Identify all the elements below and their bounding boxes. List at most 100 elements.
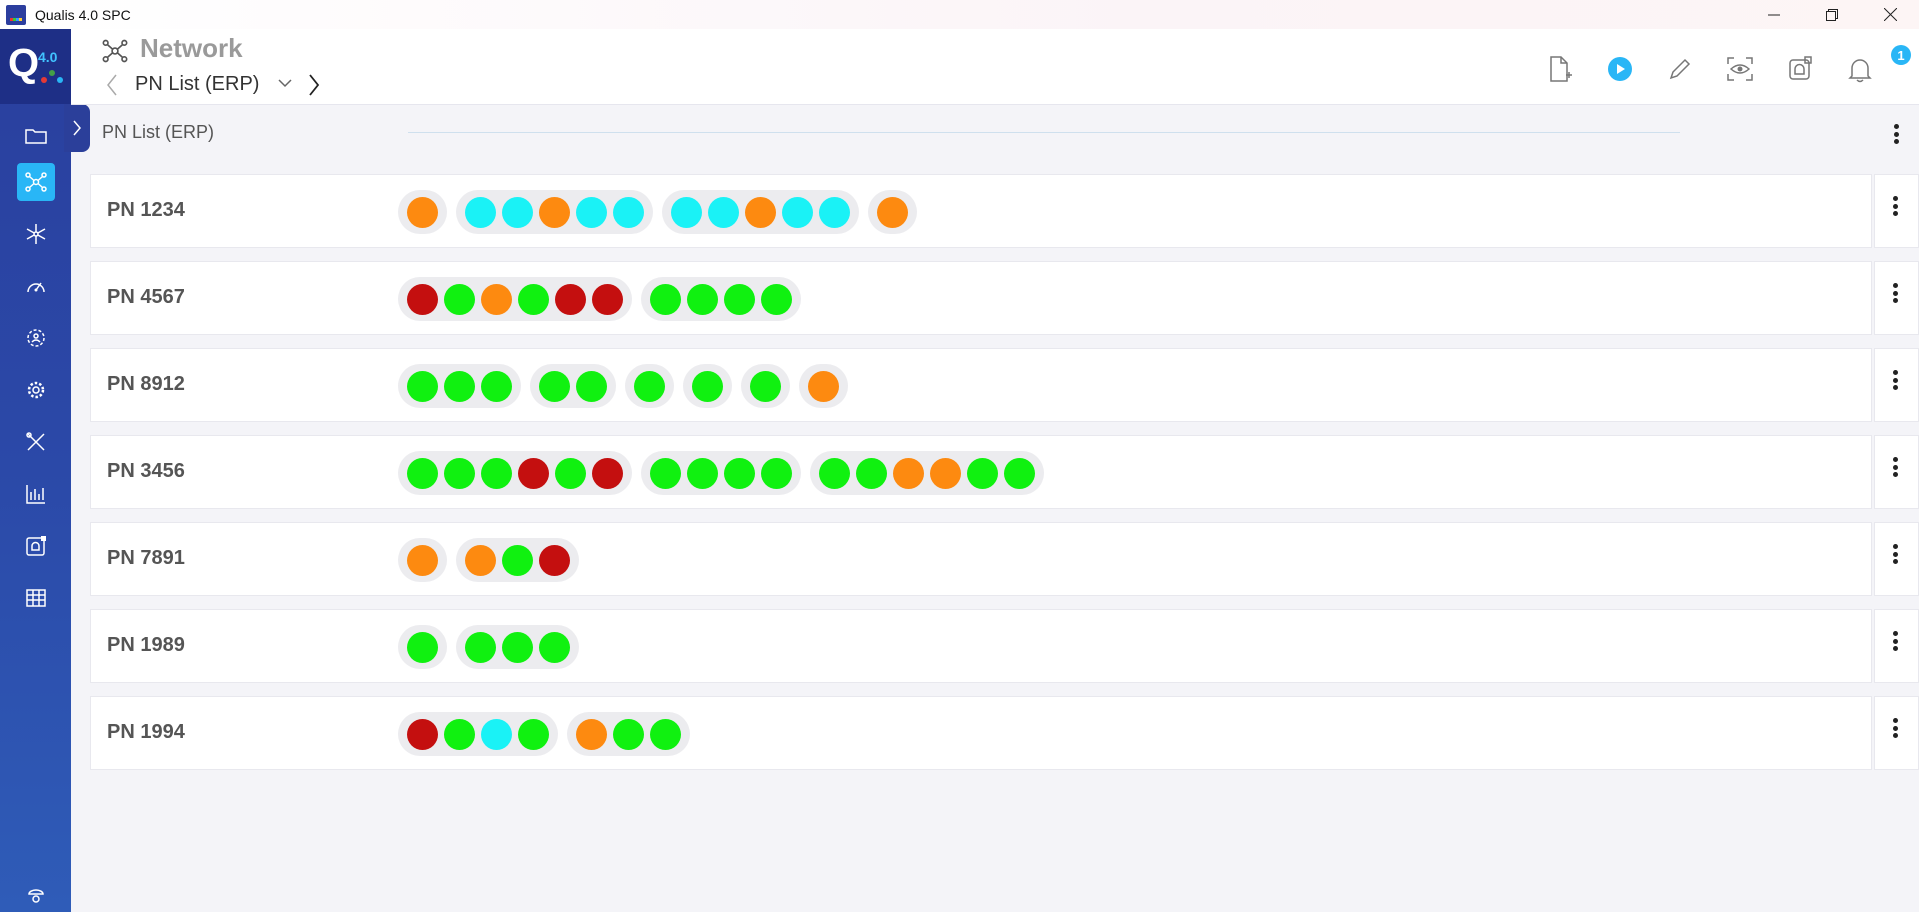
status-group[interactable] — [398, 712, 558, 756]
sidebar-item-table[interactable] — [17, 579, 55, 617]
section-more-button[interactable] — [1888, 121, 1904, 147]
status-dot-green[interactable] — [819, 457, 850, 489]
status-dot-green[interactable] — [750, 370, 781, 402]
status-dot-orange[interactable] — [407, 544, 438, 576]
status-dot-green[interactable] — [687, 457, 718, 489]
row-more-button[interactable] — [1887, 280, 1903, 306]
status-dot-orange[interactable] — [539, 196, 570, 228]
row-more-button[interactable] — [1887, 367, 1903, 393]
status-group[interactable] — [567, 712, 690, 756]
status-dot-orange[interactable] — [893, 457, 924, 489]
status-dot-orange[interactable] — [481, 283, 512, 315]
status-dot-orange[interactable] — [465, 544, 496, 576]
status-dot-green[interactable] — [539, 370, 570, 402]
status-dot-green[interactable] — [576, 370, 607, 402]
edit-button[interactable] — [1664, 53, 1696, 85]
status-dot-green[interactable] — [856, 457, 887, 489]
status-group[interactable] — [868, 190, 917, 234]
row-more-button[interactable] — [1887, 193, 1903, 219]
status-group[interactable] — [641, 277, 801, 321]
sidebar-item-cloud[interactable] — [17, 875, 55, 912]
pn-row[interactable]: PN 3456 — [90, 435, 1872, 509]
status-dot-red[interactable] — [592, 283, 623, 315]
status-dot-cyan[interactable] — [708, 196, 739, 228]
restore-button[interactable] — [1803, 0, 1861, 29]
status-group[interactable] — [398, 625, 447, 669]
status-dot-cyan[interactable] — [613, 196, 644, 228]
sidebar-item-snowflake[interactable] — [17, 215, 55, 253]
status-dot-red[interactable] — [518, 457, 549, 489]
status-dot-green[interactable] — [613, 718, 644, 750]
view-button[interactable] — [1724, 53, 1756, 85]
sidebar-item-settings[interactable] — [17, 371, 55, 409]
status-group[interactable] — [641, 451, 801, 495]
status-dot-orange[interactable] — [808, 370, 839, 402]
play-button[interactable] — [1604, 53, 1636, 85]
breadcrumb[interactable]: PN List (ERP) — [135, 73, 259, 96]
status-dot-green[interactable] — [444, 457, 475, 489]
status-group[interactable] — [810, 451, 1044, 495]
status-dot-green[interactable] — [724, 457, 755, 489]
sidebar-expand-button[interactable] — [64, 104, 90, 152]
alarm-button[interactable] — [1784, 53, 1816, 85]
status-group[interactable] — [398, 451, 632, 495]
status-dot-green[interactable] — [481, 370, 512, 402]
status-dot-red[interactable] — [539, 544, 570, 576]
status-group[interactable] — [398, 364, 521, 408]
status-group[interactable] — [625, 364, 674, 408]
status-dot-green[interactable] — [539, 631, 570, 663]
status-dot-green[interactable] — [650, 457, 681, 489]
sidebar-item-network[interactable] — [17, 163, 55, 201]
pn-row[interactable]: PN 1994 — [90, 696, 1872, 770]
breadcrumb-prev-button[interactable] — [105, 73, 119, 97]
notifications-button[interactable] — [1844, 53, 1876, 85]
status-dot-cyan[interactable] — [671, 196, 702, 228]
status-group[interactable] — [398, 190, 447, 234]
status-dot-green[interactable] — [555, 457, 586, 489]
pn-row[interactable]: PN 4567 — [90, 261, 1872, 335]
status-dot-green[interactable] — [407, 370, 438, 402]
sidebar-item-folder[interactable] — [17, 117, 55, 155]
status-dot-green[interactable] — [407, 631, 438, 663]
status-group[interactable] — [741, 364, 790, 408]
status-dot-orange[interactable] — [877, 196, 908, 228]
sidebar-item-gauge[interactable] — [17, 267, 55, 305]
status-dot-green[interactable] — [692, 370, 723, 402]
status-dot-green[interactable] — [444, 718, 475, 750]
close-button[interactable] — [1861, 0, 1919, 29]
status-dot-green[interactable] — [407, 457, 438, 489]
row-more-button[interactable] — [1887, 715, 1903, 741]
status-group[interactable] — [456, 625, 579, 669]
status-dot-green[interactable] — [967, 457, 998, 489]
status-dot-red[interactable] — [407, 718, 438, 750]
status-group[interactable] — [530, 364, 616, 408]
status-group[interactable] — [398, 538, 447, 582]
pn-row[interactable]: PN 7891 — [90, 522, 1872, 596]
status-dot-cyan[interactable] — [782, 196, 813, 228]
pn-row[interactable]: PN 8912 — [90, 348, 1872, 422]
status-dot-cyan[interactable] — [576, 196, 607, 228]
status-dot-green[interactable] — [502, 631, 533, 663]
status-dot-green[interactable] — [518, 718, 549, 750]
status-dot-cyan[interactable] — [465, 196, 496, 228]
status-dot-green[interactable] — [634, 370, 665, 402]
status-dot-green[interactable] — [761, 283, 792, 315]
status-dot-green[interactable] — [650, 718, 681, 750]
row-more-button[interactable] — [1887, 454, 1903, 480]
sidebar-item-tools[interactable] — [17, 423, 55, 461]
status-dot-green[interactable] — [687, 283, 718, 315]
pn-row[interactable]: PN 1234 — [90, 174, 1872, 248]
status-dot-red[interactable] — [592, 457, 623, 489]
status-dot-green[interactable] — [650, 283, 681, 315]
status-dot-cyan[interactable] — [502, 196, 533, 228]
status-dot-orange[interactable] — [930, 457, 961, 489]
status-group[interactable] — [683, 364, 732, 408]
status-dot-orange[interactable] — [576, 718, 607, 750]
status-group[interactable] — [398, 277, 632, 321]
status-group[interactable] — [662, 190, 859, 234]
minimize-button[interactable] — [1745, 0, 1803, 29]
status-dot-green[interactable] — [465, 631, 496, 663]
status-dot-red[interactable] — [407, 283, 438, 315]
status-dot-cyan[interactable] — [481, 718, 512, 750]
sidebar-item-charts[interactable] — [17, 475, 55, 513]
